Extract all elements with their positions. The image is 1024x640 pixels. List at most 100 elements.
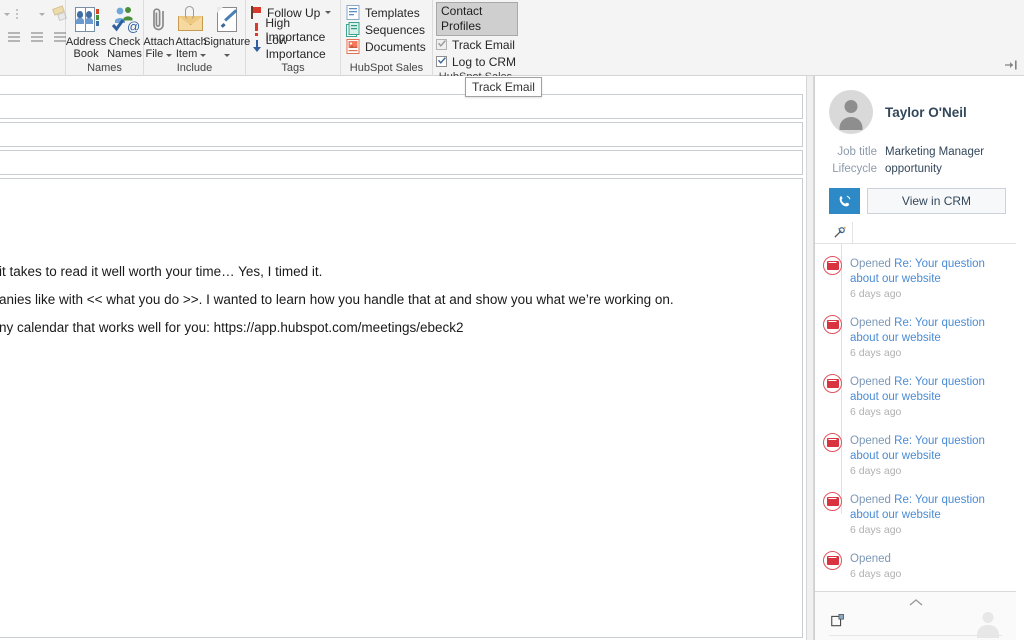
activity-time: 6 days ago [850, 406, 902, 418]
log-to-crm-label: Log to CRM [452, 54, 517, 69]
timeline-item[interactable]: Opened Re: Your question about our websi… [823, 492, 1008, 537]
address-book-button[interactable]: Address Book [65, 3, 107, 60]
activity-timeline: Opened Re: Your question about our websi… [815, 244, 1016, 581]
customize-properties-button[interactable] [827, 222, 853, 243]
flag-icon [251, 6, 262, 19]
call-button[interactable] [829, 188, 860, 214]
align-icon[interactable] [4, 31, 21, 44]
contact-profiles-toggle[interactable]: Contact Profiles [436, 2, 518, 36]
cc-field[interactable] [0, 122, 803, 147]
check-names-icon: @ [110, 5, 140, 35]
contact-profile-card: Taylor O'Neil Job title Marketing Manage… [815, 76, 1017, 586]
attach-file-button[interactable]: Attach File [143, 3, 175, 60]
low-importance-label: Low Importance [265, 32, 326, 61]
activity-time: 6 days ago [850, 288, 902, 300]
signature-icon [212, 5, 242, 35]
numbering-dropdown-icon[interactable] [39, 12, 45, 16]
footer-avatar-placeholder [974, 610, 1002, 638]
email-opened-icon [823, 433, 842, 452]
paperclip-icon [144, 5, 174, 35]
activity-time: 6 days ago [850, 347, 902, 359]
check-names-button[interactable]: @ Check Names [107, 3, 142, 60]
to-field[interactable] [0, 94, 803, 119]
templates-label: Templates [365, 5, 420, 20]
address-book-icon [71, 5, 101, 35]
sidebar-subtoolbar [815, 222, 1016, 244]
exclamation-icon [251, 23, 260, 36]
activity-action: Opened [850, 494, 891, 506]
hubspot-sidebar: Taylor O'Neil Job title Marketing Manage… [814, 76, 1024, 640]
documents-button[interactable]: Documents [346, 38, 426, 55]
include-group: Attach File Attach Item Signature Includ… [143, 0, 250, 76]
timeline-item[interactable]: Opened Re: Your question about our websi… [823, 315, 1008, 360]
chevron-up-icon[interactable] [908, 598, 923, 607]
contact-actions: View in CRM [815, 178, 1016, 214]
track-email-checkbox-row[interactable]: Track Email [436, 36, 518, 53]
log-to-crm-checkbox[interactable] [436, 56, 447, 67]
collapse-ribbon-icon[interactable] [1004, 59, 1018, 71]
paragraph-group-label [0, 61, 65, 76]
check-names-label: Check Names [107, 36, 142, 60]
email-opened-icon [823, 315, 842, 334]
hubspot-sales-tools-group-label: HubSpot Sales Tools [349, 62, 424, 89]
decrease-indent-icon[interactable] [27, 31, 44, 44]
address-book-label: Address Book [65, 36, 107, 60]
attach-file-label: Attach File [143, 36, 175, 60]
sequences-label: Sequences [365, 22, 426, 37]
signature-button[interactable]: Signature [203, 3, 250, 60]
message-body[interactable]: it takes to read it well worth your time… [0, 178, 803, 638]
wand-icon [834, 226, 846, 238]
names-group-label: Names [87, 62, 122, 74]
include-group-label: Include [176, 62, 213, 74]
documents-icon [346, 39, 360, 54]
tags-group-label: Tags [281, 62, 305, 74]
body-line-3: ny calendar that works well for you: htt… [0, 320, 464, 335]
property-value: Marketing Manager [885, 146, 985, 158]
compose-pane: it takes to read it well worth your time… [0, 76, 806, 640]
timeline-item[interactable]: Opened Re: Your question about our websi… [823, 256, 1008, 301]
attach-item-icon [176, 5, 206, 35]
activity-time: 6 days ago [850, 524, 902, 536]
view-in-crm-button[interactable]: View in CRM [867, 188, 1006, 214]
body-line-1: it takes to read it well worth your time… [0, 264, 323, 279]
paragraph-group [0, 0, 67, 76]
property-value: opportunity [885, 163, 942, 175]
contact-header: Taylor O'Neil [815, 76, 1016, 134]
track-email-label: Track Email [452, 37, 515, 52]
external-link-icon[interactable] [831, 614, 844, 627]
timeline-item[interactable]: Opened Re: Your question about our websi… [823, 374, 1008, 419]
property-key: Job title [837, 146, 877, 158]
checkmark-icon [438, 57, 446, 64]
activity-action: Opened [850, 376, 891, 388]
email-opened-icon [823, 551, 842, 570]
timeline-item[interactable]: Opened Re: Your question about our websi… [823, 433, 1008, 478]
subject-field[interactable] [0, 150, 803, 175]
property-row: Lifecycle opportunity [829, 161, 1006, 177]
email-opened-icon [823, 256, 842, 275]
follow-up-dropdown-icon[interactable] [325, 11, 332, 14]
svg-text:@: @ [127, 19, 140, 34]
log-to-crm-checkbox-row[interactable]: Log to CRM [436, 53, 518, 70]
templates-button[interactable]: Templates [346, 4, 426, 21]
checkmark-icon [438, 40, 446, 47]
sidebar-scrollbar[interactable] [1016, 76, 1024, 640]
attach-item-button[interactable]: Attach Item [176, 3, 207, 60]
down-arrow-icon [251, 40, 261, 53]
tags-group: Follow Up High Importance Low Importance [246, 0, 341, 76]
sequences-button[interactable]: Sequences [346, 21, 426, 38]
property-key: Lifecycle [832, 163, 877, 175]
activity-time: 6 days ago [850, 465, 902, 477]
activity-action: Opened [850, 317, 891, 329]
pane-splitter[interactable] [806, 76, 814, 640]
sidebar-footer [815, 591, 1017, 640]
activity-action: Opened [850, 258, 891, 270]
numbering-icon[interactable] [16, 8, 33, 21]
timeline-item[interactable]: Opened 6 days ago [823, 551, 1008, 581]
outlook-compose-window: Address Book @ Check Names Names Attach … [0, 0, 1024, 640]
track-email-checkbox[interactable] [436, 39, 447, 50]
bullets-dropdown-icon[interactable] [4, 12, 10, 16]
avatar [829, 90, 873, 134]
attach-item-label: Attach Item [175, 36, 207, 60]
increase-indent-icon[interactable] [50, 31, 67, 44]
body-line-2: anies like with << what you do >>. I wan… [0, 292, 674, 307]
